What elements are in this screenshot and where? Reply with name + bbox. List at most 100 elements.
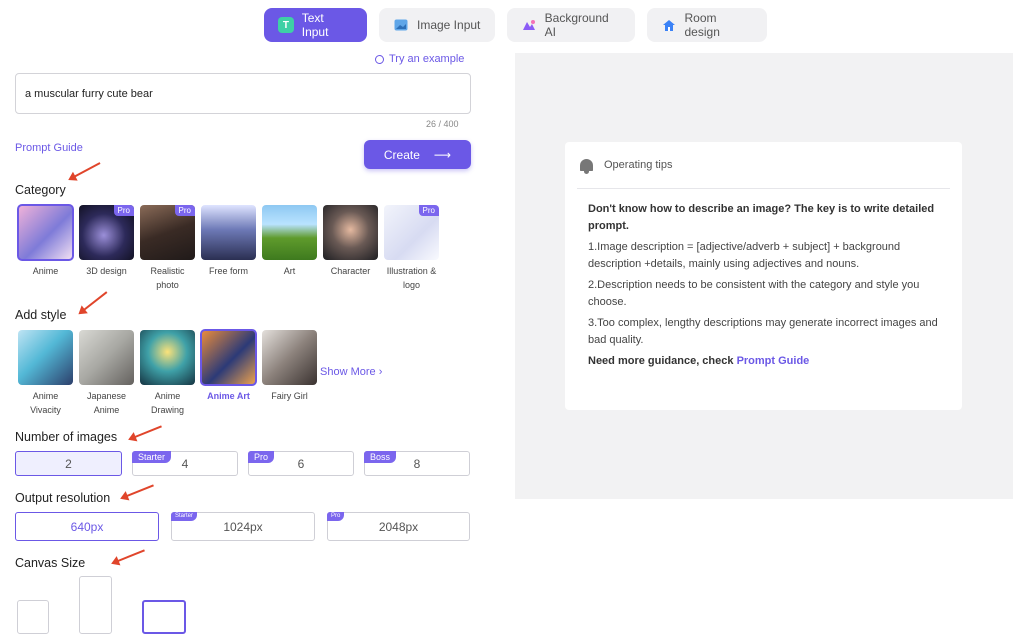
tip-3: 3.Too complex, lengthy descriptions may … bbox=[588, 317, 938, 346]
preview-panel: Operating tips Don't know how to describ… bbox=[515, 53, 1013, 499]
mode-tabs: T Text Input Image Input Background AI R… bbox=[264, 8, 767, 42]
style-item-anime-art[interactable]: Anime Art bbox=[198, 329, 259, 417]
tips-header: Operating tips bbox=[577, 142, 950, 189]
guidance-text: Need more guidance, check bbox=[588, 355, 737, 367]
category-label: Realistic photo bbox=[150, 266, 185, 290]
tips-intro: Don't know how to describe an image? The… bbox=[588, 203, 935, 232]
bell-icon bbox=[577, 156, 596, 175]
pro-badge: Pro bbox=[113, 205, 134, 216]
plan-badge: Starter bbox=[132, 451, 172, 463]
category-label: Anime bbox=[32, 266, 59, 276]
style-thumbnail bbox=[79, 330, 134, 385]
background-icon bbox=[521, 17, 537, 33]
category-thumbnail bbox=[262, 205, 317, 260]
option-value: 8 bbox=[413, 456, 421, 471]
num-images-option-6[interactable]: Pro 6 bbox=[248, 451, 354, 476]
category-item-free-form[interactable]: Free form bbox=[198, 205, 259, 292]
try-example-label: Try an example bbox=[389, 53, 465, 65]
option-value: 2 bbox=[65, 456, 72, 471]
tip-1: 1.Image description = [adjective/adverb … bbox=[588, 241, 901, 270]
category-item-3d-design[interactable]: Pro 3D design bbox=[76, 205, 137, 292]
style-item-japanese-anime[interactable]: Japanese Anime bbox=[76, 330, 137, 417]
tab-image-input[interactable]: Image Input bbox=[379, 8, 495, 42]
create-label: Create bbox=[383, 147, 420, 162]
num-images-title: Number of images bbox=[15, 430, 118, 444]
tips-guidance: Need more guidance, check Prompt Guide bbox=[588, 353, 939, 370]
category-item-character[interactable]: Character bbox=[320, 205, 381, 292]
style-label: Anime Drawing bbox=[150, 391, 184, 415]
tips-title: Operating tips bbox=[604, 159, 673, 171]
create-button[interactable]: Create ⟶ bbox=[364, 140, 471, 169]
style-label: Anime Vivacity bbox=[30, 391, 61, 415]
category-thumbnail bbox=[323, 205, 378, 260]
try-example-link[interactable]: Try an example bbox=[375, 53, 464, 65]
resolution-title: Output resolution bbox=[15, 491, 111, 505]
plan-badge: Boss bbox=[364, 451, 397, 463]
style-list: Anime Vivacity Japanese Anime Anime Draw… bbox=[15, 329, 320, 417]
prompt-input[interactable]: a muscular furry cute bear bbox=[15, 73, 471, 114]
style-item-anime-drawing[interactable]: Anime Drawing bbox=[137, 330, 198, 417]
tips-prompt-guide-link[interactable]: Prompt Guide bbox=[737, 355, 810, 367]
canvas-option-square[interactable] bbox=[17, 600, 49, 634]
style-thumbnail bbox=[262, 330, 317, 385]
annotation-arrow bbox=[69, 162, 101, 180]
category-thumbnail: Pro bbox=[384, 205, 439, 260]
category-label: Character bbox=[330, 266, 371, 276]
pro-badge: Pro bbox=[174, 205, 195, 216]
category-list: Anime Pro 3D design Pro Realistic photo … bbox=[15, 204, 442, 292]
style-label: Anime Art bbox=[207, 391, 250, 401]
canvas-option-portrait[interactable] bbox=[79, 576, 112, 634]
category-thumbnail bbox=[17, 204, 74, 261]
arrow-right-icon: ⟶ bbox=[433, 147, 452, 162]
resolution-option-1024[interactable]: Starter 1024px bbox=[171, 512, 315, 541]
category-label: Free form bbox=[208, 266, 248, 276]
tip-2: 2.Description needs to be consistent wit… bbox=[588, 279, 920, 308]
style-thumbnail bbox=[18, 330, 73, 385]
category-item-anime[interactable]: Anime bbox=[15, 204, 76, 292]
category-item-art[interactable]: Art bbox=[259, 205, 320, 292]
category-thumbnail bbox=[201, 205, 256, 260]
category-thumbnail: Pro bbox=[140, 205, 195, 260]
style-label: Japanese Anime bbox=[86, 391, 127, 415]
category-title: Category bbox=[15, 183, 66, 197]
style-item-fairy-girl[interactable]: Fairy Girl bbox=[259, 330, 320, 417]
category-label: Illustration & logo bbox=[386, 266, 437, 290]
annotation-arrow bbox=[112, 549, 145, 564]
style-thumbnail bbox=[200, 329, 257, 386]
num-images-option-8[interactable]: Boss 8 bbox=[364, 451, 470, 476]
tab-text-input[interactable]: T Text Input bbox=[264, 8, 367, 42]
option-value: 640px bbox=[70, 519, 104, 534]
tab-background-ai[interactable]: Background AI bbox=[507, 8, 635, 42]
pro-badge: Pro bbox=[418, 205, 439, 216]
show-more-link[interactable]: Show More › bbox=[320, 366, 382, 378]
num-images-option-2[interactable]: 2 bbox=[15, 451, 122, 476]
annotation-arrow bbox=[129, 425, 162, 440]
prompt-guide-link[interactable]: Prompt Guide bbox=[15, 142, 83, 154]
tab-label: Background AI bbox=[544, 11, 609, 39]
category-label: 3D design bbox=[86, 266, 127, 276]
category-item-illustration-logo[interactable]: Pro Illustration & logo bbox=[381, 205, 442, 292]
option-value: 6 bbox=[297, 456, 305, 471]
canvas-option-landscape[interactable] bbox=[142, 600, 186, 634]
category-item-realistic-photo[interactable]: Pro Realistic photo bbox=[137, 205, 198, 292]
option-value: 4 bbox=[181, 456, 189, 471]
style-item-anime-vivacity[interactable]: Anime Vivacity bbox=[15, 330, 76, 417]
tips-body: Don't know how to describe an image? The… bbox=[577, 189, 950, 370]
resolution-options: 640px Starter 1024px Pro 2048px bbox=[15, 512, 470, 541]
num-images-options: 2 Starter 4 Pro 6 Boss 8 bbox=[15, 451, 470, 476]
tab-label: Image Input bbox=[417, 18, 481, 32]
style-label: Fairy Girl bbox=[271, 391, 308, 401]
plan-badge: Pro bbox=[248, 451, 275, 463]
char-counter: 26 / 400 bbox=[426, 119, 459, 129]
refresh-icon bbox=[375, 54, 384, 64]
category-thumbnail: Pro bbox=[79, 205, 134, 260]
category-label: Art bbox=[283, 266, 296, 276]
resolution-option-640[interactable]: 640px bbox=[15, 512, 159, 541]
resolution-option-2048[interactable]: Pro 2048px bbox=[327, 512, 470, 541]
image-icon bbox=[393, 17, 409, 33]
num-images-option-4[interactable]: Starter 4 bbox=[132, 451, 238, 476]
operating-tips-card: Operating tips Don't know how to describ… bbox=[565, 142, 962, 410]
tab-label: Room design bbox=[684, 11, 720, 39]
tab-room-design[interactable]: Room design bbox=[647, 8, 767, 42]
text-icon: T bbox=[278, 17, 294, 33]
